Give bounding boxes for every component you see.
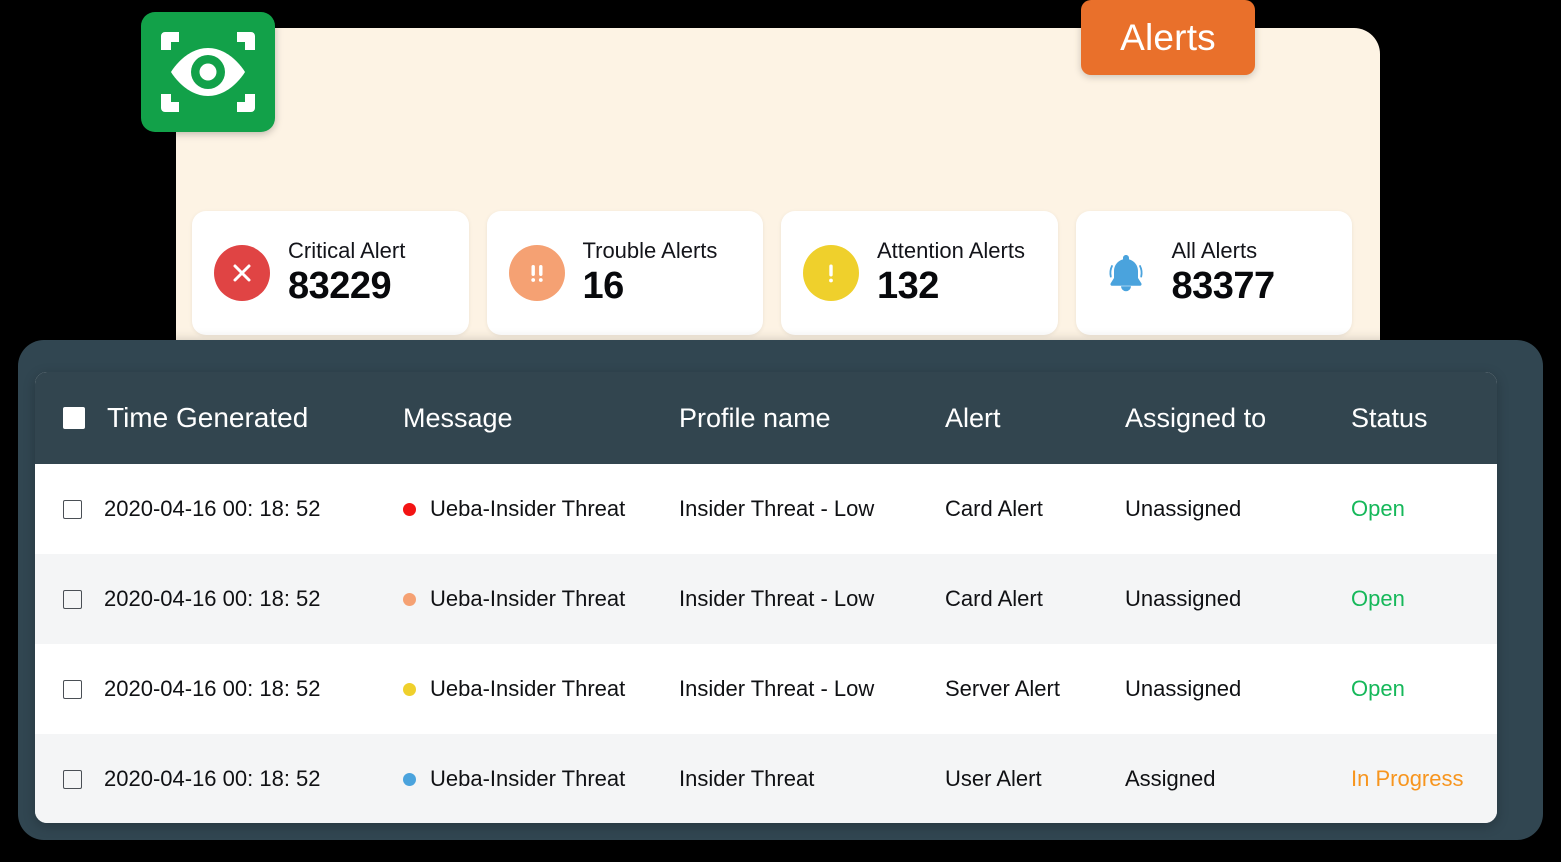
cell-profile-name: Insider Threat - Low <box>679 676 875 701</box>
cell-profile-name: Insider Threat - Low <box>679 496 875 521</box>
cell-message: Ueba-Insider Threat <box>403 586 679 612</box>
cell-message-value: Ueba-Insider Threat <box>430 496 626 521</box>
table-header-profile-name: Profile name <box>679 402 831 433</box>
cell-message: Ueba-Insider Threat <box>403 766 679 792</box>
cell-message: Ueba-Insider Threat <box>403 496 679 522</box>
cell-assigned-to: Assigned <box>1125 766 1216 791</box>
exclamation-circle-icon <box>803 245 859 301</box>
cell-alert: User Alert <box>945 766 1042 791</box>
cell-time-value: 2020-04-16 00: 18: 52 <box>104 586 321 611</box>
cell-alert: Server Alert <box>945 676 1060 701</box>
stat-card-label: Attention Alerts <box>877 237 1025 263</box>
severity-dot-icon <box>403 772 416 786</box>
cell-assigned-to: Unassigned <box>1125 586 1242 611</box>
severity-dot-icon <box>403 502 416 516</box>
row-checkbox[interactable] <box>63 769 82 789</box>
cell-time-generated: 2020-04-16 00: 18: 52 <box>35 496 403 522</box>
table-header-status: Status <box>1351 402 1428 433</box>
cell-time-generated: 2020-04-16 00: 18: 52 <box>35 586 403 612</box>
tab-alerts[interactable]: Alerts <box>1081 0 1255 75</box>
table-header-message: Message <box>403 402 513 433</box>
stat-card-label: Trouble Alerts <box>582 237 718 263</box>
tab-alerts-label: Alerts <box>1120 16 1216 58</box>
cell-status: Open <box>1351 586 1405 611</box>
row-checkbox[interactable] <box>63 589 82 609</box>
circle-x-icon <box>214 245 270 301</box>
cell-time-value: 2020-04-16 00: 18: 52 <box>104 496 321 521</box>
table-header-alert: Alert <box>945 402 1001 433</box>
table-row[interactable]: 2020-04-16 00: 18: 52 Ueba-Insider Threa… <box>35 464 1497 554</box>
cell-time-generated: 2020-04-16 00: 18: 52 <box>35 766 403 792</box>
cell-status: In Progress <box>1351 766 1464 791</box>
cell-message-value: Ueba-Insider Threat <box>430 676 626 701</box>
stat-card-all-alerts[interactable]: All Alerts 83377 <box>1075 211 1352 335</box>
cell-alert: Card Alert <box>945 586 1043 611</box>
table-header-label: Time Generated <box>107 402 309 433</box>
cell-message-value: Ueba-Insider Threat <box>430 766 626 791</box>
row-checkbox[interactable] <box>63 679 82 699</box>
stat-card-value: 132 <box>877 264 939 307</box>
bell-icon <box>1098 245 1154 301</box>
select-all-checkbox[interactable] <box>63 407 85 429</box>
table-row[interactable]: 2020-04-16 00: 18: 52 Ueba-Insider Threa… <box>35 734 1497 823</box>
table-header-assigned-to: Assigned to <box>1125 402 1267 433</box>
severity-dot-icon <box>403 682 416 696</box>
table-row[interactable]: 2020-04-16 00: 18: 52 Ueba-Insider Threa… <box>35 644 1497 734</box>
severity-dot-icon <box>403 592 416 606</box>
table-header-row: Time Generated Message Profile name Aler… <box>35 372 1497 464</box>
cell-profile-name: Insider Threat - Low <box>679 586 875 611</box>
stat-card-label: Critical Alert <box>288 237 406 263</box>
stat-card-value: 83229 <box>288 264 392 307</box>
eye-scanner-icon <box>141 12 275 132</box>
stat-card-attention-alerts[interactable]: Attention Alerts 132 <box>781 211 1058 335</box>
cell-status: Open <box>1351 496 1405 521</box>
row-checkbox[interactable] <box>63 499 82 519</box>
alerts-table: Time Generated Message Profile name Aler… <box>35 372 1497 823</box>
stat-card-critical-alert[interactable]: Critical Alert 83229 <box>192 211 469 335</box>
cell-assigned-to: Unassigned <box>1125 496 1242 521</box>
cell-time-generated: 2020-04-16 00: 18: 52 <box>35 676 403 702</box>
cell-assigned-to: Unassigned <box>1125 676 1242 701</box>
cell-status: Open <box>1351 676 1405 701</box>
cell-alert: Card Alert <box>945 496 1043 521</box>
table-header-time-generated: Time Generated <box>35 402 403 434</box>
stat-card-value: 83377 <box>1171 264 1276 307</box>
table-row[interactable]: 2020-04-16 00: 18: 52 Ueba-Insider Threa… <box>35 554 1497 644</box>
cell-message: Ueba-Insider Threat <box>403 676 679 702</box>
cell-profile-name: Insider Threat <box>679 766 815 791</box>
cell-time-value: 2020-04-16 00: 18: 52 <box>104 676 321 701</box>
stat-card-trouble-alerts[interactable]: Trouble Alerts 16 <box>486 211 763 335</box>
alert-summary-cards: Critical Alert 83229 Trouble Alerts 16 A <box>192 211 1352 335</box>
cell-message-value: Ueba-Insider Threat <box>430 586 626 611</box>
cell-time-value: 2020-04-16 00: 18: 52 <box>104 766 321 791</box>
stat-card-label: All Alerts <box>1171 237 1258 263</box>
double-exclamation-icon <box>508 245 565 301</box>
stat-card-value: 16 <box>582 264 625 307</box>
